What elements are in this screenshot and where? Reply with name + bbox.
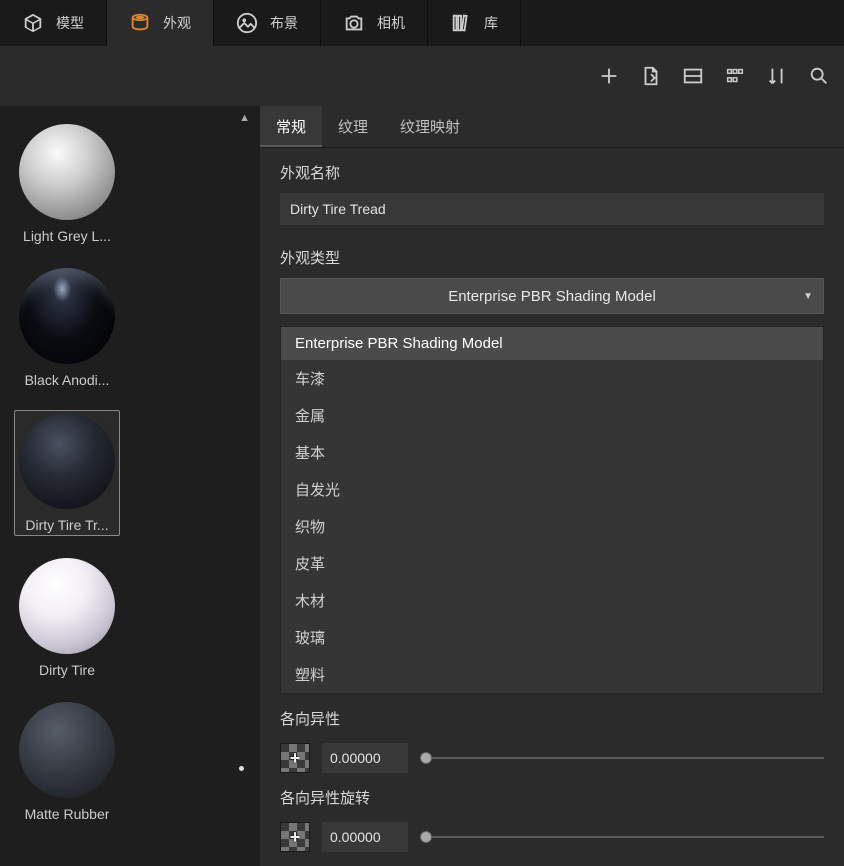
export-icon[interactable]	[640, 65, 662, 87]
material-label: Dirty Tire Tr...	[25, 517, 108, 533]
appearance-type-options: Enterprise PBR Shading Model 车漆 金属 基本 自发…	[280, 326, 824, 694]
type-option[interactable]: 织物	[281, 508, 823, 545]
slider-thumb[interactable]	[420, 752, 432, 764]
material-thumb	[19, 268, 115, 364]
properties-panel: 常规 纹理 纹理映射 外观名称 外观类型 Enterprise PBR Shad…	[260, 106, 844, 866]
tab-appearance-label: 外观	[163, 13, 191, 33]
sort-icon[interactable]	[766, 65, 788, 87]
tab-appearance[interactable]: 外观	[107, 0, 214, 46]
anisotropy-input[interactable]	[322, 743, 408, 773]
tab-model-label: 模型	[56, 13, 84, 33]
toolbar	[0, 46, 844, 106]
plus-icon[interactable]	[598, 65, 620, 87]
material-item-matte-rubber[interactable]: Matte Rubber	[14, 700, 120, 824]
anisotropy-rotation-slider[interactable]	[420, 822, 824, 852]
material-thumb	[19, 702, 115, 798]
tab-camera[interactable]: 相机	[321, 0, 428, 46]
appearance-name-input[interactable]	[280, 193, 824, 225]
grid-icon[interactable]	[724, 65, 746, 87]
picture-icon	[236, 12, 258, 34]
type-option[interactable]: 塑料	[281, 656, 823, 693]
chevron-down-icon: ▼	[803, 291, 813, 302]
camera-icon	[343, 12, 365, 34]
type-option[interactable]: 玻璃	[281, 619, 823, 656]
cube-icon	[22, 12, 44, 34]
sub-tabs: 常规 纹理 纹理映射	[260, 106, 844, 148]
material-label: Matte Rubber	[25, 806, 110, 822]
tab-library[interactable]: 库	[428, 0, 521, 46]
tab-library-label: 库	[484, 13, 498, 33]
tab-scene-label: 布景	[270, 13, 298, 33]
anisotropy-rotation-input[interactable]	[322, 822, 408, 852]
texture-picker-button[interactable]	[280, 743, 310, 773]
material-item-black-anodized[interactable]: Black Anodi...	[14, 266, 120, 390]
type-option[interactable]: 木材	[281, 582, 823, 619]
slider-track	[420, 836, 824, 838]
main-tabs: 模型 外观 布景 相机 库	[0, 0, 844, 46]
type-option[interactable]: 车漆	[281, 360, 823, 397]
material-label: Black Anodi...	[25, 372, 110, 388]
sub-tab-texture-mapping[interactable]: 纹理映射	[384, 106, 476, 147]
material-thumb	[19, 558, 115, 654]
appearance-type-label: 外观类型	[280, 247, 824, 268]
material-item-light-grey[interactable]: Light Grey L...	[14, 122, 120, 246]
dropdown-selected-value: Enterprise PBR Shading Model	[448, 288, 656, 305]
tab-model[interactable]: 模型	[0, 0, 107, 46]
anisotropy-label: 各向异性	[260, 694, 844, 735]
material-label: Light Grey L...	[23, 228, 111, 244]
texture-picker-button[interactable]	[280, 822, 310, 852]
type-option[interactable]: Enterprise PBR Shading Model	[281, 327, 823, 360]
collapse-arrow-icon[interactable]: ▲	[239, 112, 250, 124]
layout-icon[interactable]	[682, 65, 704, 87]
material-item-dirty-tire-tread[interactable]: Dirty Tire Tr...	[14, 410, 120, 536]
scroll-indicator-icon	[239, 766, 244, 771]
sub-tab-texture[interactable]: 纹理	[322, 106, 384, 147]
search-icon[interactable]	[808, 65, 830, 87]
material-label: Dirty Tire	[39, 662, 95, 678]
library-icon	[450, 12, 472, 34]
material-thumb	[19, 413, 115, 509]
material-item-dirty-tire[interactable]: Dirty Tire	[14, 556, 120, 680]
type-option[interactable]: 皮革	[281, 545, 823, 582]
slider-thumb[interactable]	[420, 831, 432, 843]
type-option[interactable]: 自发光	[281, 471, 823, 508]
appearance-name-label: 外观名称	[280, 162, 824, 183]
tab-camera-label: 相机	[377, 13, 405, 33]
sub-tab-general[interactable]: 常规	[260, 106, 322, 147]
anisotropy-rotation-label: 各向异性旋转	[260, 773, 844, 814]
bucket-icon	[129, 12, 151, 34]
anisotropy-slider[interactable]	[420, 743, 824, 773]
slider-track	[420, 757, 824, 759]
tab-scene[interactable]: 布景	[214, 0, 321, 46]
type-option[interactable]: 金属	[281, 397, 823, 434]
appearance-type-dropdown[interactable]: Enterprise PBR Shading Model ▼	[280, 278, 824, 314]
material-thumb	[19, 124, 115, 220]
material-sidebar: ▲ Light Grey L... Black Anodi... Dirty T…	[0, 106, 260, 866]
type-option[interactable]: 基本	[281, 434, 823, 471]
